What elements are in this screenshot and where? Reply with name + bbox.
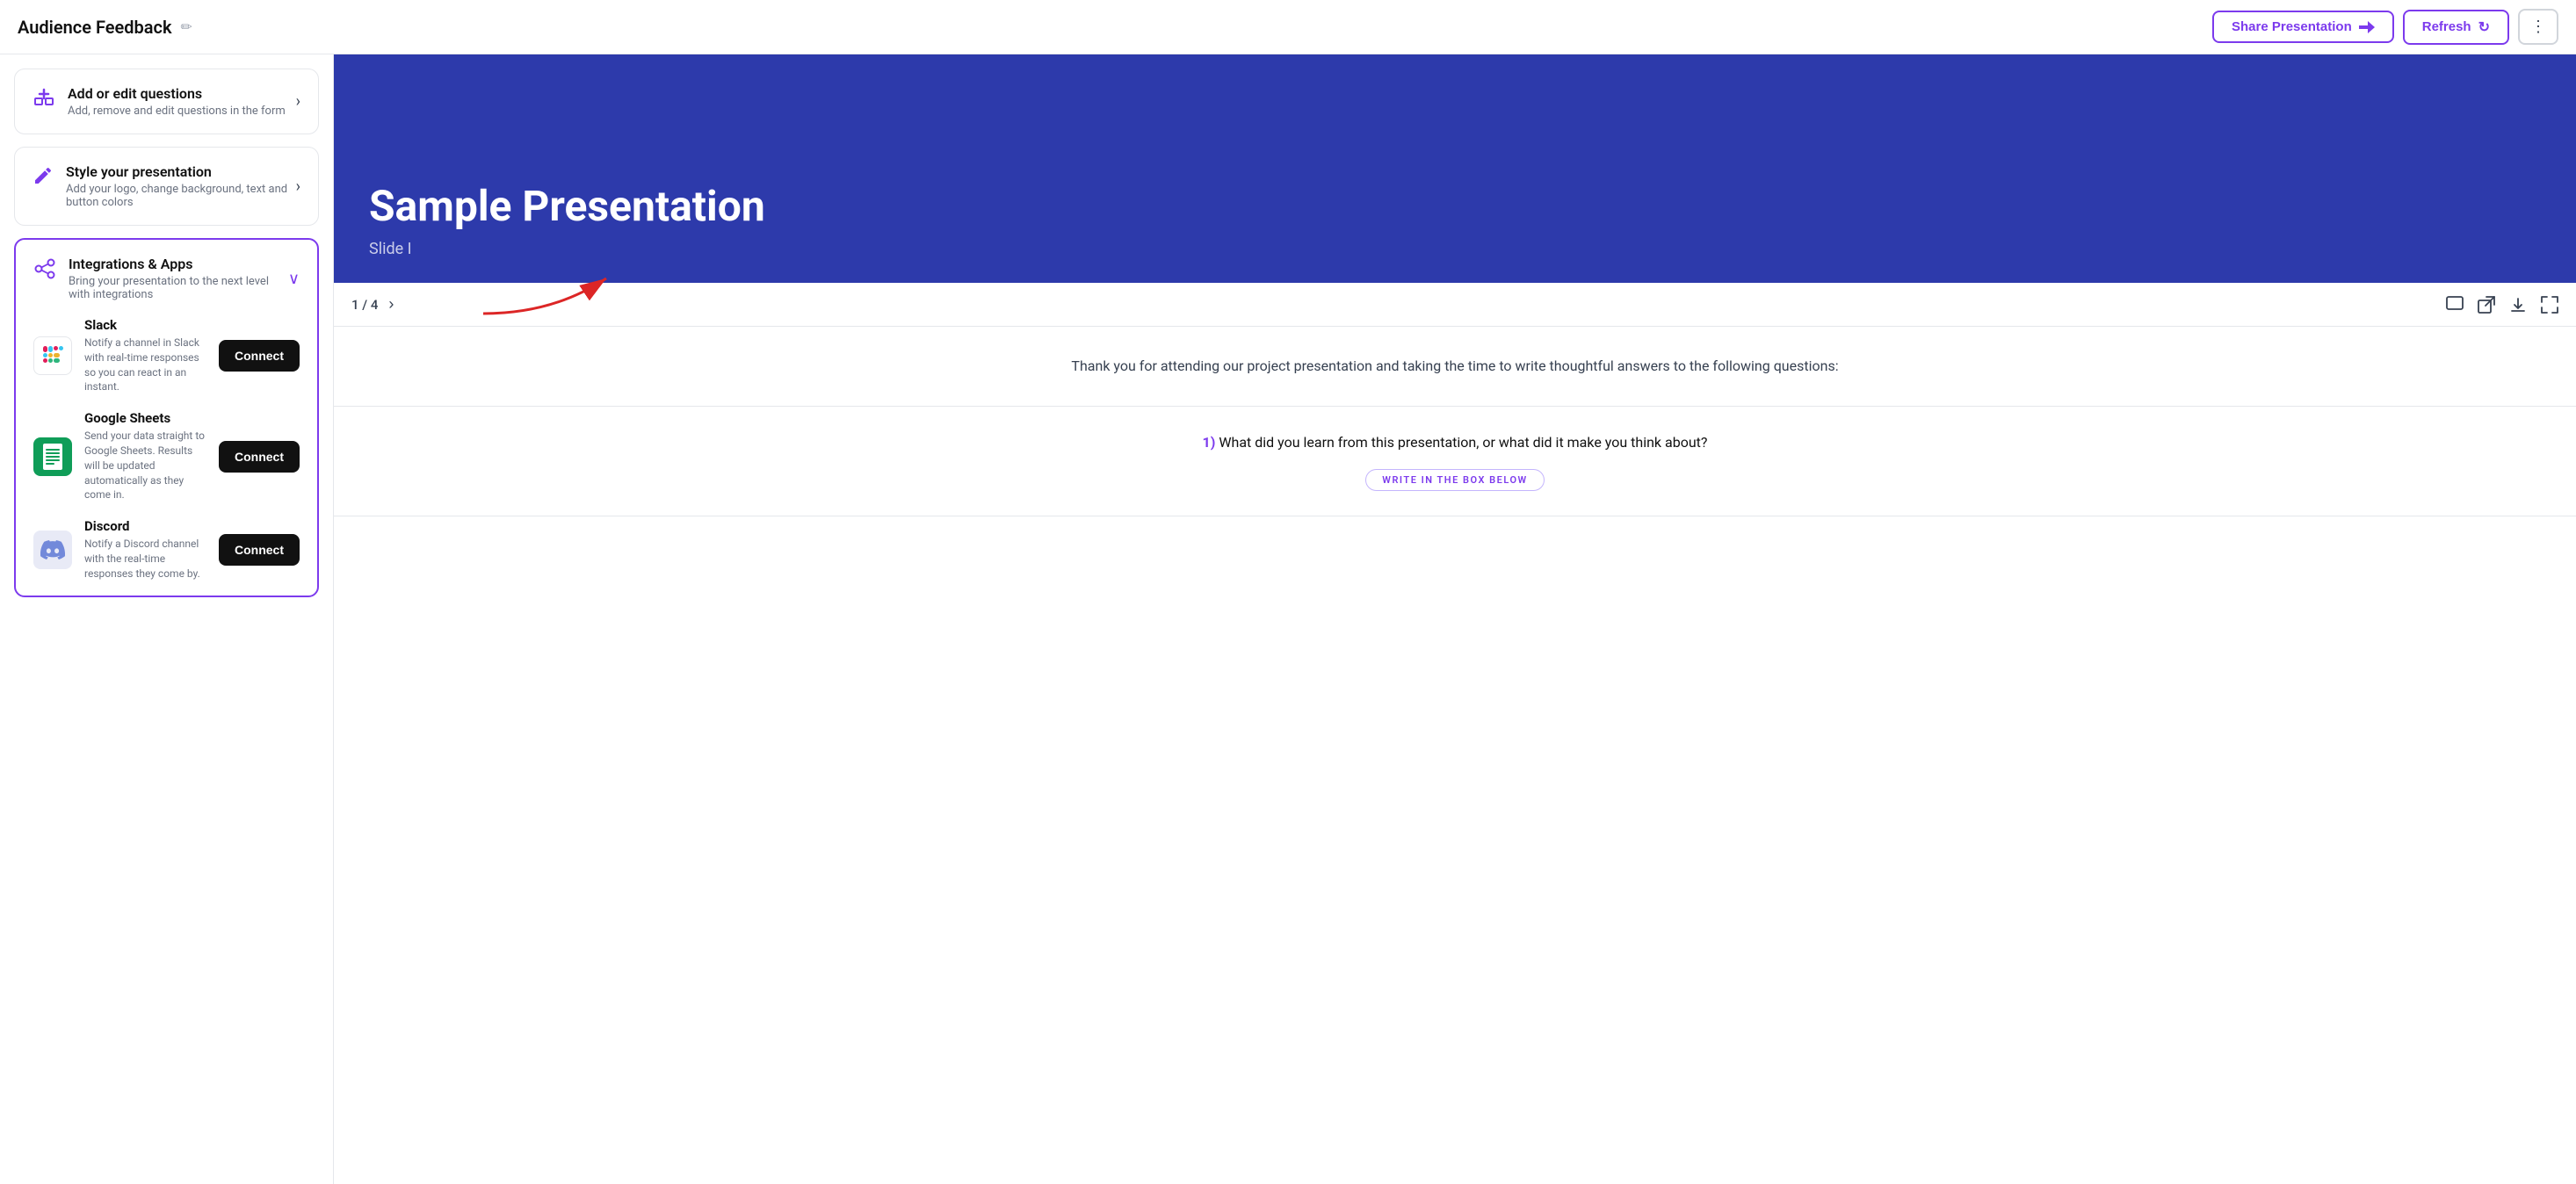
card-text: Style your presentation Add your logo, c… (66, 163, 296, 209)
external-link-icon (2478, 296, 2495, 314)
write-in-label: WRITE IN THE BOX BELOW (1365, 469, 1544, 491)
app-header: Audience Feedback ✏ Share Presentation R… (0, 0, 2576, 54)
slack-logo (33, 336, 72, 375)
slack-connect-button[interactable]: Connect (219, 340, 300, 372)
question-number: 1) (1203, 434, 1216, 451)
slide-preview-wrapper: Sample Presentation Slide I (334, 54, 2576, 283)
discord-desc: Notify a Discord channel with the real-t… (84, 537, 206, 581)
slide-title: Sample Presentation (369, 181, 2541, 231)
style-presentation-card[interactable]: Style your presentation Add your logo, c… (14, 147, 319, 226)
left-panel: Add or edit questions Add, remove and ed… (0, 54, 334, 1184)
google-sheets-name: Google Sheets (84, 410, 206, 426)
card-text: Add or edit questions Add, remove and ed… (68, 85, 286, 118)
header-actions: Share Presentation Refresh ↻ ⋮ (2212, 9, 2558, 45)
style-desc: Add your logo, change background, text a… (66, 183, 296, 209)
slide-controls: 1 / 4 › (334, 283, 2576, 327)
share-arrow-icon (2359, 21, 2375, 33)
google-sheets-info: Google Sheets Send your data straight to… (84, 410, 206, 502)
integrations-desc: Bring your presentation to the next leve… (69, 275, 288, 301)
next-slide-button[interactable]: › (388, 295, 394, 314)
comment-button[interactable] (2446, 296, 2464, 314)
download-icon (2509, 296, 2527, 314)
question-text: 1) What did you learn from this presenta… (369, 431, 2541, 454)
integrations-text: Integrations & Apps Bring your presentat… (69, 256, 288, 301)
intro-text: Thank you for attending our project pres… (1071, 357, 1838, 374)
edit-title-icon[interactable]: ✏ (181, 18, 192, 35)
external-link-button[interactable] (2478, 296, 2495, 314)
fullscreen-icon (2541, 296, 2558, 314)
add-questions-desc: Add, remove and edit questions in the fo… (68, 105, 286, 118)
integrations-card: Integrations & Apps Bring your presentat… (14, 238, 319, 597)
more-options-button[interactable]: ⋮ (2518, 9, 2558, 45)
integrations-header[interactable]: Integrations & Apps Bring your presentat… (16, 240, 317, 314)
header-left: Audience Feedback ✏ (18, 17, 192, 38)
refresh-button[interactable]: Refresh ↻ (2403, 10, 2509, 45)
integrations-title: Integrations & Apps (69, 256, 288, 272)
right-panel: Sample Presentation Slide I 1 / 4 › (334, 54, 2576, 1184)
slack-integration: Slack Notify a channel in Slack with rea… (33, 317, 300, 394)
download-button[interactable] (2509, 296, 2527, 314)
discord-connect-button[interactable]: Connect (219, 534, 300, 566)
google-sheets-logo (33, 437, 72, 476)
slide-preview: Sample Presentation Slide I (334, 54, 2576, 283)
chevron-right-icon: › (296, 177, 300, 196)
add-questions-icon (33, 87, 55, 115)
question-1: 1) What did you learn from this presenta… (334, 407, 2576, 517)
card-left: Style your presentation Add your logo, c… (33, 163, 296, 209)
style-title: Style your presentation (66, 163, 296, 180)
page-title: Audience Feedback (18, 17, 172, 38)
add-edit-questions-card[interactable]: Add or edit questions Add, remove and ed… (14, 69, 319, 134)
share-presentation-button[interactable]: Share Presentation (2212, 11, 2394, 43)
slack-desc: Notify a channel in Slack with real-time… (84, 336, 206, 394)
slide-subtitle: Slide I (369, 240, 2541, 258)
style-icon (33, 165, 54, 191)
discord-icon (40, 540, 65, 560)
slide-nav: 1 / 4 › (351, 295, 394, 314)
comment-icon (2446, 296, 2464, 314)
more-icon: ⋮ (2530, 18, 2546, 36)
add-questions-title: Add or edit questions (68, 85, 286, 102)
google-sheets-integration: Google Sheets Send your data straight to… (33, 410, 300, 502)
integrations-header-left: Integrations & Apps Bring your presentat… (33, 256, 288, 301)
google-sheets-connect-button[interactable]: Connect (219, 441, 300, 473)
slack-icon (40, 343, 65, 368)
share-label: Share Presentation (2232, 19, 2352, 34)
discord-name: Discord (84, 518, 206, 534)
slide-page-indicator: 1 / 4 (351, 297, 378, 313)
discord-info: Discord Notify a Discord channel with th… (84, 518, 206, 581)
slide-actions (2446, 296, 2558, 314)
form-area: Thank you for attending our project pres… (334, 327, 2576, 1184)
card-left: Add or edit questions Add, remove and ed… (33, 85, 286, 118)
refresh-icon: ↻ (2478, 18, 2490, 36)
slack-info: Slack Notify a channel in Slack with rea… (84, 317, 206, 394)
chevron-right-icon: › (296, 92, 300, 111)
chevron-down-icon: ∨ (288, 270, 300, 288)
question-body: What did you learn from this presentatio… (1219, 434, 1707, 451)
google-sheets-desc: Send your data straight to Google Sheets… (84, 429, 206, 502)
slack-name: Slack (84, 317, 206, 333)
discord-logo (33, 531, 72, 569)
form-intro: Thank you for attending our project pres… (334, 327, 2576, 407)
integrations-body: Slack Notify a channel in Slack with rea… (16, 314, 317, 596)
main-layout: Add or edit questions Add, remove and ed… (0, 54, 2576, 1184)
discord-integration: Discord Notify a Discord channel with th… (33, 518, 300, 581)
integrations-icon (33, 257, 56, 285)
refresh-label: Refresh (2422, 19, 2471, 34)
google-sheets-icon (41, 444, 64, 470)
fullscreen-button[interactable] (2541, 296, 2558, 314)
